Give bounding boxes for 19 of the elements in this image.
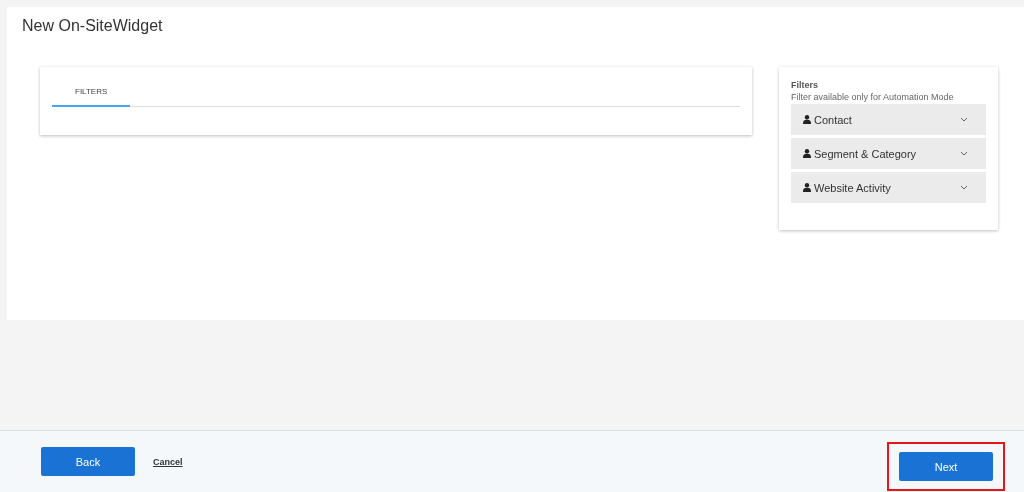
back-button[interactable]: Back	[41, 447, 135, 476]
chevron-icon	[960, 185, 968, 190]
panel-note: Filter available only for Automation Mode	[791, 92, 955, 102]
user-icon	[803, 115, 811, 124]
accordion-header[interactable]: Website Activity	[791, 172, 986, 203]
next-button[interactable]: Next	[899, 452, 993, 481]
chevron-icon	[960, 117, 968, 122]
chevron-icon	[960, 151, 968, 156]
user-icon	[803, 149, 811, 158]
tab[interactable]: FILTERS	[52, 79, 131, 107]
panel-title: Filters	[791, 80, 819, 90]
accordion-header[interactable]: Segment & Category	[791, 138, 986, 169]
page-title: New On-SiteWidget	[22, 17, 164, 35]
group-label: Segment & Category	[814, 147, 917, 160]
user-icon	[803, 183, 811, 192]
group-label: Website Activity	[814, 181, 891, 194]
accordion-header[interactable]: Contact	[791, 104, 986, 135]
group-label: Contact	[814, 113, 852, 126]
cancel-link[interactable]: Cancel	[153, 456, 183, 467]
